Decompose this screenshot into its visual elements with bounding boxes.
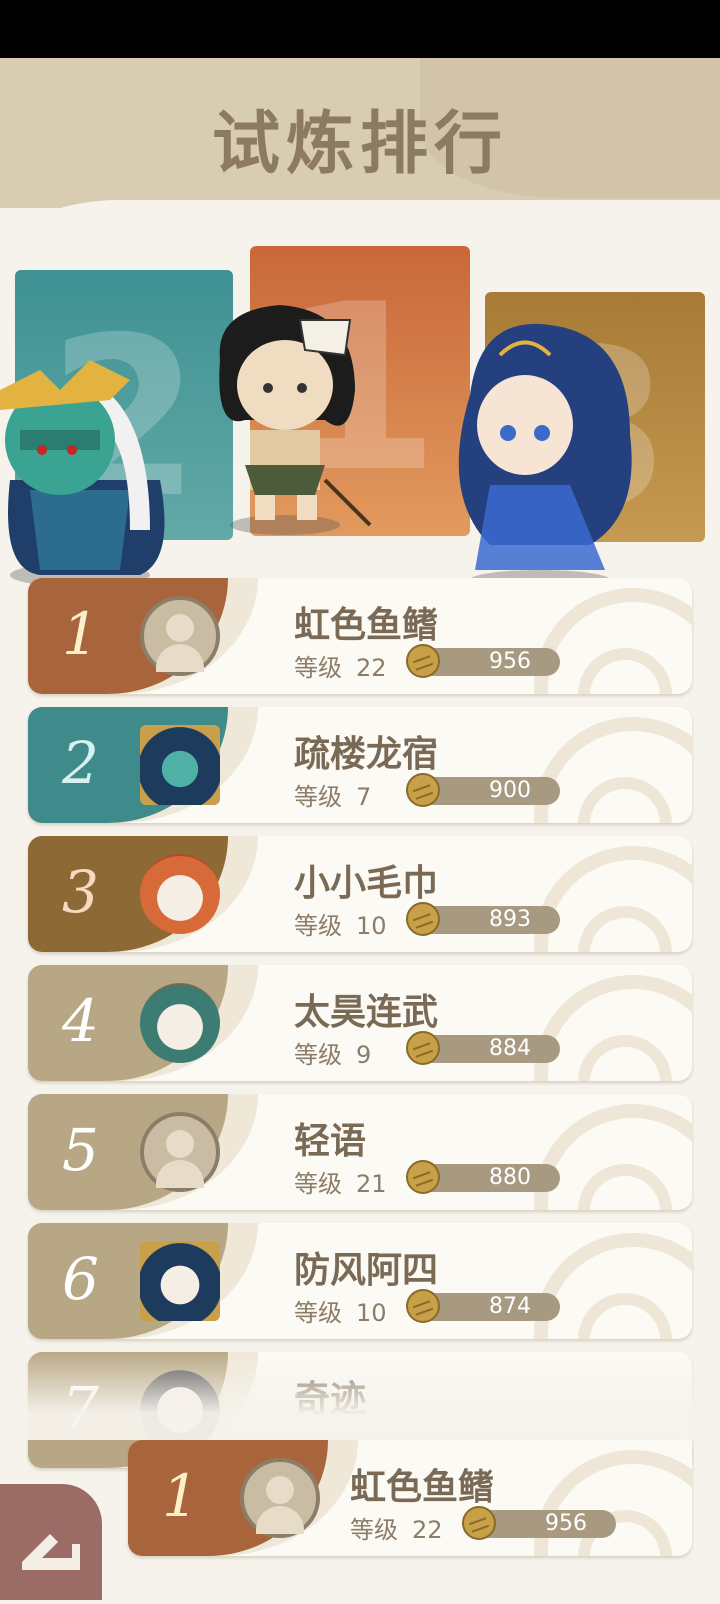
status-bar xyxy=(0,0,720,58)
avatar[interactable] xyxy=(140,983,220,1063)
rank-row[interactable]: 4 太昊连武 等级 9 884 xyxy=(28,965,692,1081)
page-title: 试炼排行 xyxy=(211,105,508,184)
rank-number: 6 xyxy=(62,1245,99,1313)
level-label: 等级 xyxy=(294,1170,342,1198)
coin-icon xyxy=(406,902,440,936)
rank-number: 1 xyxy=(62,600,99,668)
player-name: 轻语 xyxy=(294,1121,367,1162)
score-value: 956 xyxy=(545,1511,587,1536)
rank-row[interactable]: 2 疏楼龙宿 等级 7 900 xyxy=(28,707,692,823)
player-name: 防风阿四 xyxy=(294,1250,439,1291)
avatar[interactable] xyxy=(140,725,220,805)
list-fade xyxy=(0,1350,720,1440)
back-icon xyxy=(22,1534,80,1570)
level-value: 10 xyxy=(356,1299,387,1327)
rank-row[interactable]: 5 轻语 等级 21 880 xyxy=(28,1094,692,1210)
my-rank-row[interactable]: 1 虹色鱼鳍 等级 22 956 xyxy=(128,1440,692,1556)
level-text: 等级 21 xyxy=(294,1164,387,1199)
rank-number: 3 xyxy=(62,858,99,926)
rank-number: 5 xyxy=(62,1116,99,1184)
coin-icon xyxy=(406,1031,440,1065)
coin-icon xyxy=(406,644,440,678)
level-value: 9 xyxy=(356,1041,372,1069)
coin-icon xyxy=(406,1160,440,1194)
score-value: 956 xyxy=(489,649,531,674)
level-label: 等级 xyxy=(294,783,342,811)
level-value: 7 xyxy=(356,783,372,811)
rank-number: 1 xyxy=(162,1462,199,1530)
level-text: 等级 10 xyxy=(294,1293,387,1328)
player-name: 虹色鱼鳍 xyxy=(350,1467,495,1508)
rank-row[interactable]: 3 小小毛巾 等级 10 893 xyxy=(28,836,692,952)
character-second-place[interactable] xyxy=(0,340,180,590)
score-value: 874 xyxy=(489,1294,531,1319)
avatar[interactable] xyxy=(140,1112,220,1192)
rank-number: 4 xyxy=(62,987,99,1055)
level-label: 等级 xyxy=(350,1516,398,1544)
avatar[interactable] xyxy=(140,596,220,676)
level-text: 等级 22 xyxy=(294,648,387,683)
rank-row[interactable]: 1 虹色鱼鳍 等级 22 956 xyxy=(28,578,692,694)
level-label: 等级 xyxy=(294,912,342,940)
rank-number: 2 xyxy=(62,729,99,797)
coin-icon xyxy=(462,1506,496,1540)
avatar[interactable] xyxy=(140,854,220,934)
back-button[interactable] xyxy=(0,1484,102,1600)
coin-icon xyxy=(406,1289,440,1323)
level-text: 等级 22 xyxy=(350,1510,443,1545)
level-value: 22 xyxy=(412,1516,443,1544)
player-name: 虹色鱼鳍 xyxy=(294,605,439,646)
score-value: 893 xyxy=(489,907,531,932)
level-value: 21 xyxy=(356,1170,387,1198)
avatar[interactable] xyxy=(140,1241,220,1321)
level-text: 等级 10 xyxy=(294,906,387,941)
character-third-place[interactable] xyxy=(430,315,650,595)
level-text: 等级 9 xyxy=(294,1035,371,1070)
avatar[interactable] xyxy=(240,1458,320,1538)
rank-row[interactable]: 6 防风阿四 等级 10 874 xyxy=(28,1223,692,1339)
score-value: 900 xyxy=(489,778,531,803)
level-label: 等级 xyxy=(294,654,342,682)
coin-icon xyxy=(406,773,440,807)
score-value: 880 xyxy=(489,1165,531,1190)
level-label: 等级 xyxy=(294,1041,342,1069)
level-label: 等级 xyxy=(294,1299,342,1327)
player-name: 疏楼龙宿 xyxy=(294,734,439,775)
character-first-place[interactable] xyxy=(205,300,375,540)
level-text: 等级 7 xyxy=(294,777,371,812)
player-name: 小小毛巾 xyxy=(294,863,439,904)
level-value: 22 xyxy=(356,654,387,682)
player-name: 太昊连武 xyxy=(294,992,439,1033)
score-value: 884 xyxy=(489,1036,531,1061)
level-value: 10 xyxy=(356,912,387,940)
